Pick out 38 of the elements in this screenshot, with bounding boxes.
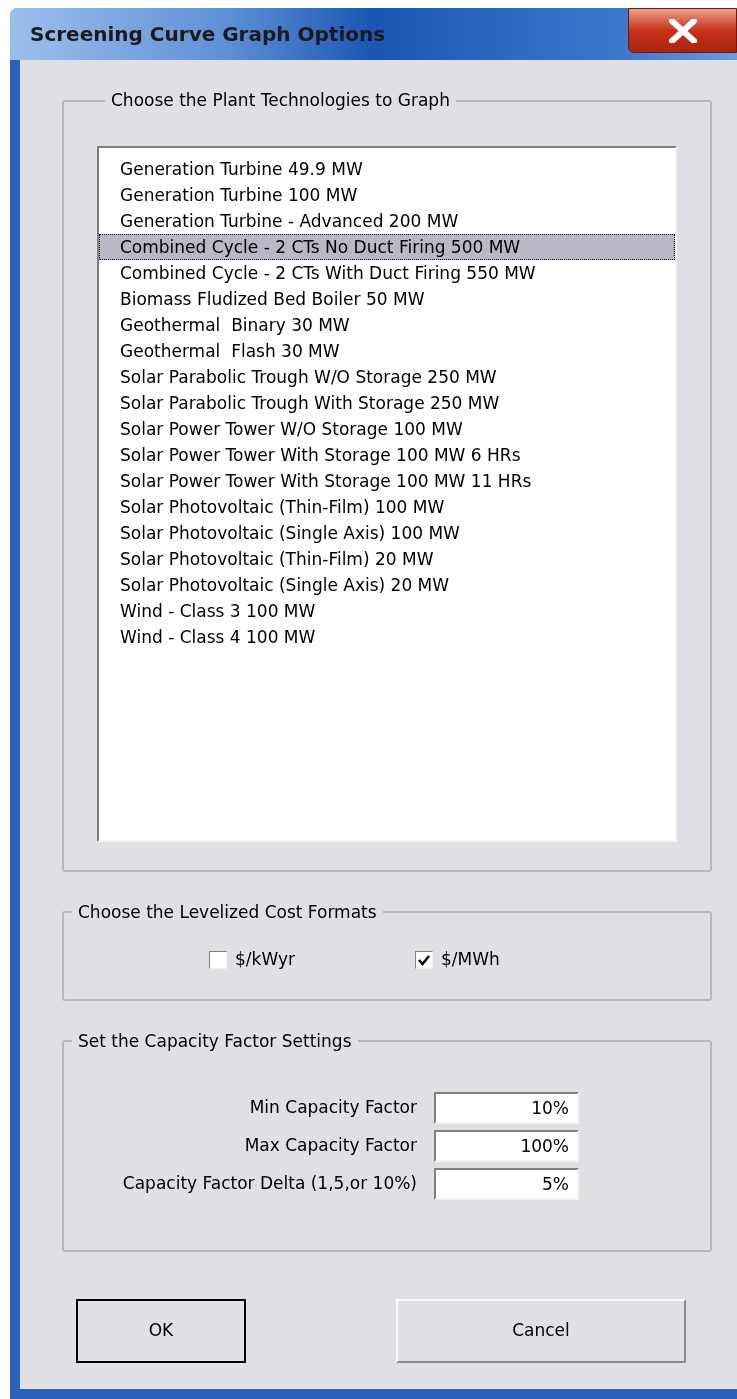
list-item[interactable]: Wind - Class 3 100 MW <box>99 597 675 624</box>
dialog-button[interactable]: Cancel <box>396 1299 686 1363</box>
input-field[interactable]: 100% <box>434 1130 579 1162</box>
list-item[interactable]: Solar Power Tower With Storage 100 MW 6 HRs <box>99 441 675 468</box>
list-item[interactable]: Biomass Fludized Bed Boiler 50 MW <box>99 285 675 312</box>
checkbox-label: $/MWh <box>440 948 500 971</box>
dialog-button[interactable]: OK <box>76 1299 246 1363</box>
group-title: Set the Capacity Factor Settings <box>77 1029 353 1053</box>
list-item[interactable]: Generation Turbine 49.9 MW <box>99 155 675 182</box>
input-field[interactable]: 5% <box>434 1168 579 1200</box>
list-item[interactable]: Combined Cycle - 2 CTs No Duct Firing 500 MW <box>99 233 675 260</box>
group-title: Choose the Levelized Cost Formats <box>77 900 378 924</box>
input-field[interactable]: 10% <box>434 1092 579 1124</box>
checkbox[interactable] <box>414 950 433 969</box>
field-label: Min Capacity Factor <box>248 1096 418 1120</box>
field-label: Max Capacity Factor <box>243 1134 418 1158</box>
list-item[interactable]: Solar Photovoltaic (Single Axis) 100 MW <box>99 519 675 546</box>
list-item[interactable]: Geothermal Binary 30 MW <box>99 311 675 338</box>
list-item[interactable]: Combined Cycle - 2 CTs With Duct Firing 550 MW <box>99 259 675 286</box>
list-item[interactable]: Solar Photovoltaic (Thin-Film) 100 MW <box>99 493 675 520</box>
close-icon <box>667 18 698 43</box>
group-title: Choose the Plant Technologies to Graph <box>110 89 451 112</box>
list-item[interactable]: Generation Turbine 100 MW <box>99 181 675 208</box>
window-title: Screening Curve Graph Options <box>30 21 386 48</box>
checkbox[interactable] <box>209 950 227 969</box>
field-label: Capacity Factor Delta (1,5,or 10%) <box>121 1172 418 1196</box>
list-item[interactable]: Wind - Class 4 100 MW <box>99 623 675 650</box>
list-item[interactable]: Generation Turbine - Advanced 200 MW <box>99 207 675 234</box>
list-item[interactable]: Solar Parabolic Trough W/O Storage 250 MW <box>99 363 675 390</box>
list-item[interactable]: Solar Photovoltaic (Single Axis) 20 MW <box>99 571 675 598</box>
list-item[interactable]: Solar Photovoltaic (Thin-Film) 20 MW <box>99 545 675 572</box>
close-button[interactable] <box>628 8 737 53</box>
list-item[interactable]: Solar Parabolic Trough With Storage 250 MW <box>99 389 675 416</box>
list-item[interactable]: Geothermal Flash 30 MW <box>99 337 675 364</box>
checkbox-label: $/kWyr <box>235 948 295 971</box>
list-item[interactable]: Solar Power Tower With Storage 100 MW 11 HRs <box>99 467 675 494</box>
technology-list[interactable] <box>97 145 677 842</box>
list-item[interactable]: Solar Power Tower W/O Storage 100 MW <box>99 415 675 442</box>
